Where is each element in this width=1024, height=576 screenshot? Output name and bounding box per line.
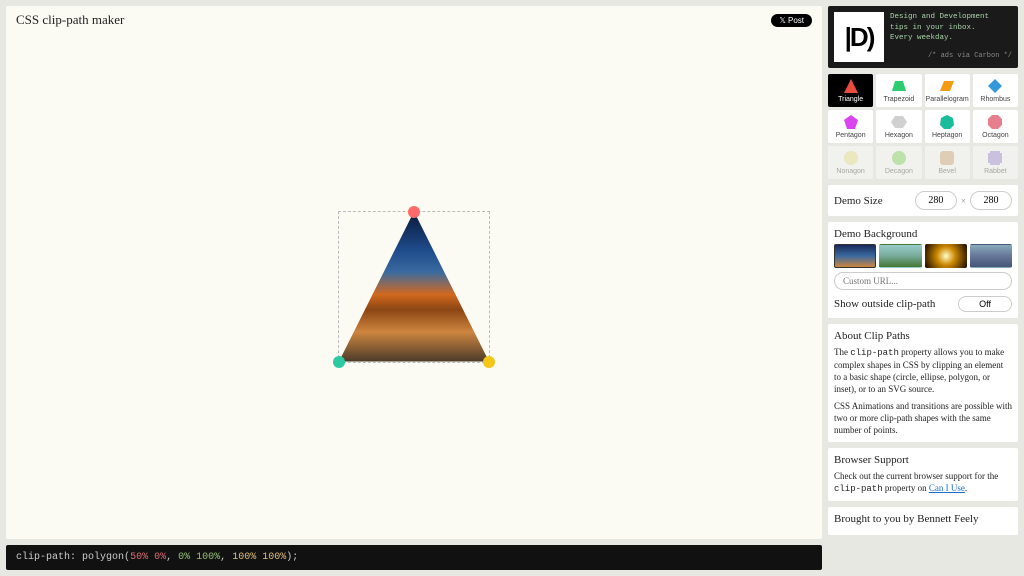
shape-octagon[interactable]: Octagon bbox=[973, 110, 1018, 143]
ad-line: Every weekday. bbox=[890, 33, 1012, 44]
shape-pentagon[interactable]: Pentagon bbox=[828, 110, 873, 143]
shape-label: Rabbet bbox=[984, 168, 1007, 175]
ad-block[interactable]: |D) Design and Development tips in your … bbox=[828, 6, 1018, 68]
demo-height-input[interactable] bbox=[970, 191, 1012, 210]
bg-thumb-2[interactable] bbox=[879, 244, 921, 268]
shape-label: Trapezoid bbox=[883, 96, 914, 103]
credit-heading: Brought to you by Bennett Feely bbox=[834, 513, 1012, 525]
editor-stage[interactable] bbox=[6, 34, 822, 539]
about-p1: The clip-path property allows you to mak… bbox=[834, 346, 1012, 396]
hexagon-icon bbox=[891, 114, 907, 130]
page-title: CSS clip-path maker bbox=[16, 12, 124, 28]
custom-url-input[interactable] bbox=[834, 272, 1012, 290]
shape-nonagon[interactable]: Nonagon bbox=[828, 146, 873, 179]
shape-parallelogram[interactable]: Parallelogram bbox=[925, 74, 970, 107]
sidebar: |D) Design and Development tips in your … bbox=[828, 0, 1024, 576]
nonagon-icon bbox=[843, 150, 859, 166]
shape-label: Bevel bbox=[938, 168, 956, 175]
credit-panel: Brought to you by Bennett Feely bbox=[828, 507, 1018, 535]
shape-rhombus[interactable]: Rhombus bbox=[973, 74, 1018, 107]
shape-rabbet[interactable]: Rabbet bbox=[973, 146, 1018, 179]
shape-decagon[interactable]: Decagon bbox=[876, 146, 921, 179]
shape-trapezoid[interactable]: Trapezoid bbox=[876, 74, 921, 107]
ad-logo: |D) bbox=[834, 12, 884, 62]
shape-hexagon[interactable]: Hexagon bbox=[876, 110, 921, 143]
shape-heptagon[interactable]: Heptagon bbox=[925, 110, 970, 143]
demo-box bbox=[339, 212, 489, 362]
background-panel: Demo Background Show outside clip-path O… bbox=[828, 222, 1018, 318]
parallelogram-icon bbox=[939, 78, 955, 94]
triangle-icon bbox=[843, 78, 859, 94]
shape-label: Octagon bbox=[982, 132, 1008, 139]
outside-toggle[interactable]: Off bbox=[958, 296, 1012, 312]
shape-triangle[interactable]: Triangle bbox=[828, 74, 873, 107]
about-p2: CSS Animations and transitions are possi… bbox=[834, 400, 1012, 436]
demo-size-label: Demo Size bbox=[834, 195, 911, 207]
support-text: Check out the current browser support fo… bbox=[834, 470, 1012, 495]
heptagon-icon bbox=[939, 114, 955, 130]
times-symbol: × bbox=[961, 196, 966, 206]
handle-vertex-3[interactable] bbox=[483, 356, 495, 368]
shape-label: Parallelogram bbox=[926, 96, 969, 103]
shape-label: Triangle bbox=[838, 96, 863, 103]
shape-label: Heptagon bbox=[932, 132, 962, 139]
about-heading: About Clip Paths bbox=[834, 330, 1012, 342]
shape-label: Rhombus bbox=[980, 96, 1010, 103]
caniuse-link[interactable]: Can I Use bbox=[929, 483, 965, 493]
shape-label: Hexagon bbox=[885, 132, 913, 139]
shape-label: Pentagon bbox=[836, 132, 866, 139]
bg-thumb-3[interactable] bbox=[925, 244, 967, 268]
demo-size-panel: Demo Size × bbox=[828, 185, 1018, 216]
shape-grid: Triangle Trapezoid Parallelogram Rhombus Pen… bbox=[828, 74, 1018, 179]
post-button[interactable]: 𝕏 Post bbox=[771, 14, 812, 27]
rhombus-icon bbox=[987, 78, 1003, 94]
bg-thumb-1[interactable] bbox=[834, 244, 876, 268]
canvas-panel: CSS clip-path maker 𝕏 Post bbox=[6, 6, 822, 539]
ad-line: tips in your inbox. bbox=[890, 23, 1012, 34]
shape-label: Decagon bbox=[885, 168, 913, 175]
about-panel: About Clip Paths The clip-path property … bbox=[828, 324, 1018, 442]
code-output[interactable]: clip-path: polygon(50% 0%, 0% 100%, 100%… bbox=[6, 545, 822, 570]
bevel-icon bbox=[939, 150, 955, 166]
ad-via: /* ads via Carbon */ bbox=[890, 52, 1012, 62]
shape-bevel[interactable]: Bevel bbox=[925, 146, 970, 179]
octagon-icon bbox=[987, 114, 1003, 130]
rabbet-icon bbox=[987, 150, 1003, 166]
handle-vertex-2[interactable] bbox=[333, 356, 345, 368]
bg-thumb-4[interactable] bbox=[970, 244, 1012, 268]
bg-heading: Demo Background bbox=[834, 228, 1012, 240]
handle-vertex-1[interactable] bbox=[408, 206, 420, 218]
support-heading: Browser Support bbox=[834, 454, 1012, 466]
decagon-icon bbox=[891, 150, 907, 166]
toggle-label: Show outside clip-path bbox=[834, 298, 935, 310]
shape-label: Nonagon bbox=[836, 168, 864, 175]
ad-line: Design and Development bbox=[890, 12, 1012, 23]
pentagon-icon bbox=[843, 114, 859, 130]
clipped-image bbox=[339, 212, 489, 362]
trapezoid-icon bbox=[891, 78, 907, 94]
demo-width-input[interactable] bbox=[915, 191, 957, 210]
support-panel: Browser Support Check out the current br… bbox=[828, 448, 1018, 501]
